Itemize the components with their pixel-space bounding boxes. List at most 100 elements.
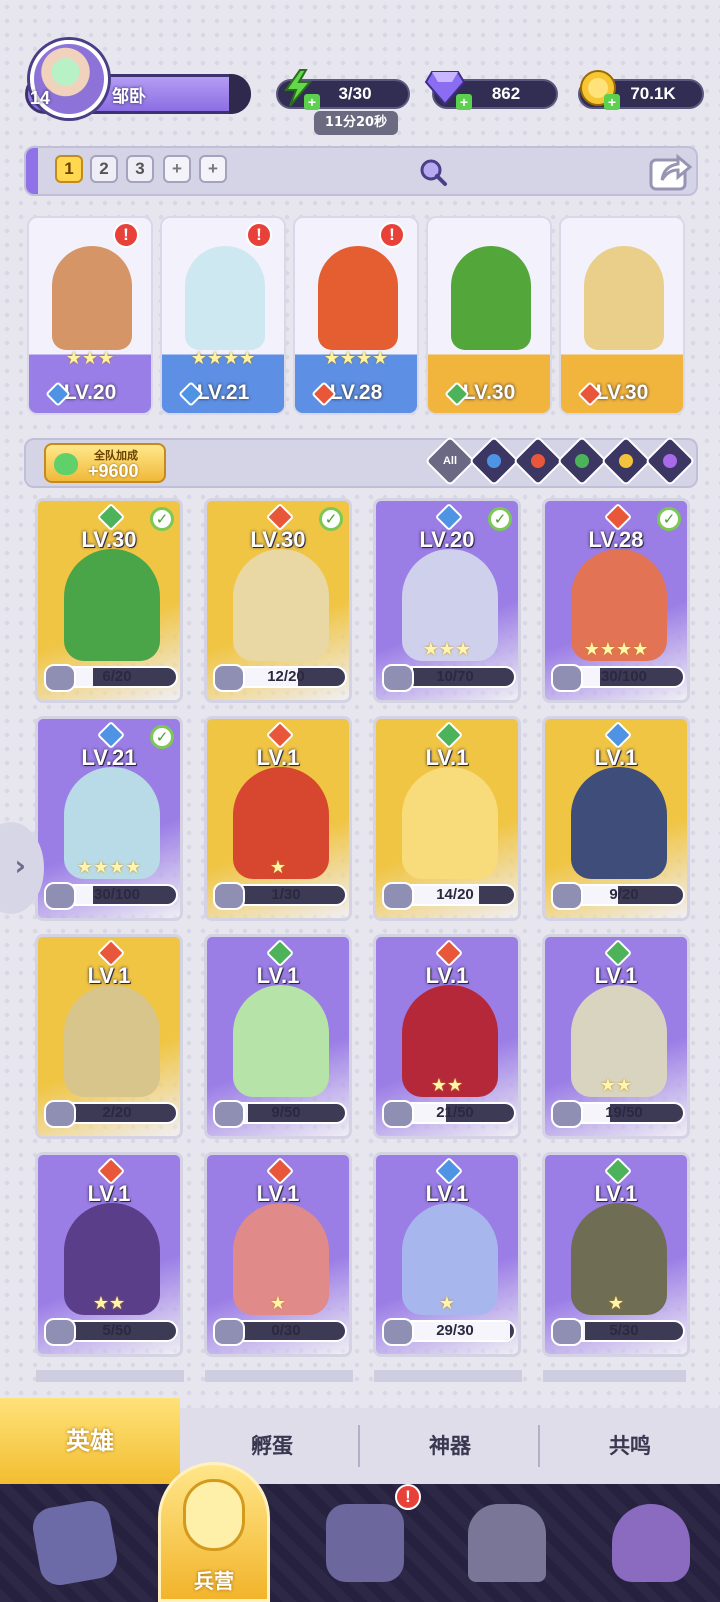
hero-stars: ★★	[599, 1075, 633, 1096]
hero-stars: ★	[607, 1293, 625, 1314]
hero-level: LV.1	[256, 745, 300, 770]
water-element-icon	[484, 451, 504, 471]
shop-nav-icon[interactable]	[468, 1504, 546, 1582]
hero-stars: ★★★	[422, 639, 472, 660]
shard-icon	[44, 1100, 76, 1128]
hero-stars: ★★	[92, 1293, 126, 1314]
hero-level: LV.1	[594, 963, 638, 988]
hero-level-text: LV.20	[63, 381, 117, 404]
hero-stars: ★	[269, 1293, 287, 1314]
hero-card[interactable]: LV.1 ★★ 5/50	[35, 1152, 183, 1357]
dark-element-icon	[660, 451, 680, 471]
heart-icon	[54, 453, 78, 475]
hero-level: LV.20	[419, 527, 475, 552]
team-tab-3[interactable]: 3	[126, 155, 154, 183]
team-hero-card[interactable]: LV.30	[559, 216, 685, 415]
shard-icon	[213, 882, 245, 910]
team-tab-add-2[interactable]: +	[199, 155, 227, 183]
barracks-nav-button[interactable]: 兵营	[158, 1462, 270, 1602]
hero-card[interactable]: LV.1 14/20	[373, 716, 521, 921]
cards-nav-icon[interactable]	[29, 1497, 121, 1589]
gold-plus-button[interactable]: +	[604, 94, 620, 110]
subtab-resonance[interactable]: 共鸣	[540, 1408, 720, 1484]
hero-card[interactable]: LV.1 ★★ 21/50	[373, 934, 521, 1139]
player-level: 14	[30, 88, 51, 108]
team-tab-1[interactable]: 1	[55, 155, 83, 183]
hero-level-text: LV.30	[462, 381, 516, 404]
hero-card[interactable]: LV.1 ★ 1/30	[204, 716, 352, 921]
shard-icon	[213, 1100, 245, 1128]
alert-badge: !	[246, 222, 272, 248]
in-team-check-icon: ✓	[319, 507, 343, 531]
hero-level: LV.1	[425, 745, 469, 770]
hero-portrait	[64, 549, 160, 661]
hero-level-text: LV.28	[329, 381, 383, 404]
shard-icon	[382, 1100, 414, 1128]
team-hero-card[interactable]: ★★★★ LV.28!	[293, 216, 419, 415]
team-hero-card[interactable]: ★★★ LV.20!	[27, 216, 153, 415]
hero-portrait	[52, 246, 132, 350]
hero-card[interactable]: LV.1 ★ 29/30	[373, 1152, 521, 1357]
team-tab-2[interactable]: 2	[90, 155, 118, 183]
subtab-heroes[interactable]: 英雄	[0, 1398, 180, 1486]
alert-badge: !	[113, 222, 139, 248]
hero-card[interactable]: LV.30 6/20 ✓	[35, 498, 183, 703]
hero-stars: ★★★★	[190, 348, 256, 369]
hero-level-text: LV.30	[595, 381, 649, 404]
shard-icon	[551, 1318, 583, 1346]
player-name: 邹卧	[112, 87, 146, 107]
hero-card[interactable]: LV.20 ★★★ 10/70 ✓	[373, 498, 521, 703]
hero-portrait	[451, 246, 531, 350]
hero-card[interactable]: LV.1 ★ 0/30	[204, 1152, 352, 1357]
team-bonus-badge[interactable]: 全队加成 +9600	[44, 443, 166, 483]
hero-stars: ★★★★	[583, 639, 649, 660]
hero-portrait	[584, 246, 664, 350]
hero-card[interactable]: LV.1 9/20	[542, 716, 690, 921]
barracks-icon	[183, 1479, 245, 1551]
hero-stars: ★	[438, 1293, 456, 1314]
shard-icon	[44, 882, 76, 910]
hero-stars: ★★★★	[76, 857, 142, 878]
in-team-check-icon: ✓	[657, 507, 681, 531]
hero-portrait	[233, 549, 329, 661]
guild-nav-icon[interactable]	[612, 1504, 690, 1582]
hero-level: LV.28	[588, 527, 644, 552]
hero-level: LV.1	[425, 1181, 469, 1206]
shard-icon	[382, 1318, 414, 1346]
hero-level: LV.1	[425, 963, 469, 988]
hero-portrait	[233, 985, 329, 1097]
hero-card[interactable]: LV.1 9/50	[204, 934, 352, 1139]
hero-level: LV.30	[250, 527, 306, 552]
fire-element-icon	[528, 451, 548, 471]
hero-card[interactable]: LV.28 ★★★★ 30/100 ✓	[542, 498, 690, 703]
team-hero-card[interactable]: LV.30	[426, 216, 552, 415]
in-team-check-icon: ✓	[150, 507, 174, 531]
shard-icon	[213, 664, 245, 692]
hero-level: LV.30	[81, 527, 137, 552]
hero-card[interactable]: LV.30 12/20 ✓	[204, 498, 352, 703]
share-icon[interactable]	[648, 150, 692, 192]
hero-card[interactable]: LV.1 ★★ 19/50	[542, 934, 690, 1139]
team-bonus-value: +9600	[88, 461, 139, 481]
shard-icon	[551, 1100, 583, 1128]
shard-icon	[551, 882, 583, 910]
search-icon[interactable]	[418, 157, 448, 187]
gems-plus-button[interactable]: +	[456, 94, 472, 110]
hero-stars: ★★★★	[323, 348, 389, 369]
hero-level: LV.1	[87, 1181, 131, 1206]
next-row-peek	[36, 1370, 686, 1382]
shard-icon	[382, 882, 414, 910]
map-book-nav-icon[interactable]	[326, 1504, 404, 1582]
hero-stars: ★★★	[65, 348, 115, 369]
hero-card[interactable]: LV.21 ★★★★ 30/100 ✓	[35, 716, 183, 921]
hero-card[interactable]: LV.1 2/20	[35, 934, 183, 1139]
hero-portrait	[571, 767, 667, 879]
in-team-check-icon: ✓	[488, 507, 512, 531]
hero-portrait	[318, 246, 398, 350]
team-hero-card[interactable]: ★★★★ LV.21!	[160, 216, 286, 415]
team-tab-add-1[interactable]: +	[163, 155, 191, 183]
energy-plus-button[interactable]: +	[304, 94, 320, 110]
shard-icon	[382, 664, 414, 692]
subtab-artifacts[interactable]: 神器	[362, 1408, 538, 1484]
hero-card[interactable]: LV.1 ★ 5/30	[542, 1152, 690, 1357]
